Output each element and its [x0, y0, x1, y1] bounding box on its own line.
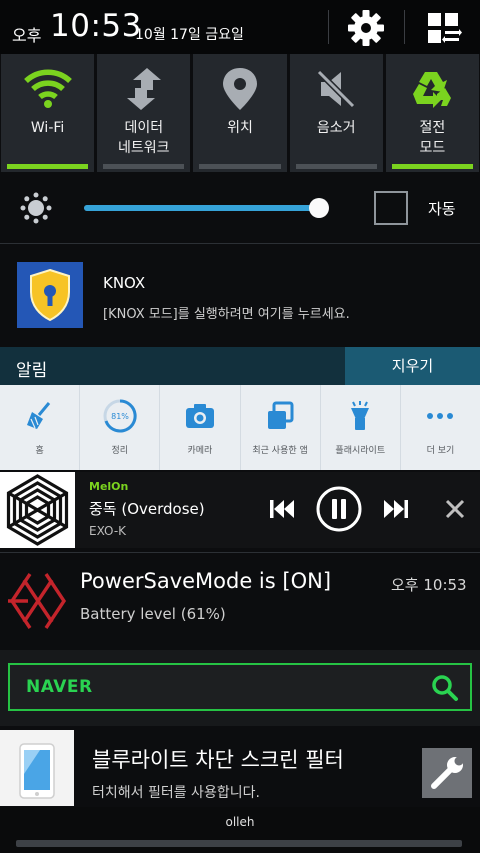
- more-dots-icon: [427, 413, 454, 419]
- naver-search-bar[interactable]: NAVER: [8, 663, 472, 711]
- shortcut-home[interactable]: 홈: [0, 385, 81, 470]
- wrench-icon: [431, 756, 464, 789]
- naver-logo: NAVER: [26, 677, 93, 697]
- divider: [0, 552, 480, 553]
- data-arrows-icon: [126, 68, 161, 110]
- pause-icon: [316, 486, 362, 532]
- blue-light-settings-button[interactable]: [422, 748, 472, 798]
- knox-title: KNOX: [103, 274, 146, 292]
- blue-light-description: 터치해서 필터를 사용합니다.: [92, 785, 260, 801]
- carrier-label: olleh: [225, 815, 255, 829]
- power-save-description: Battery level (61%): [80, 605, 226, 623]
- toggle-state-bar: [295, 164, 377, 169]
- song-title: 중독 (Overdose): [89, 500, 205, 518]
- recycle-icon: [413, 72, 452, 108]
- toggle-data-network[interactable]: 데이터 네트워크: [97, 54, 191, 172]
- drawer-handle[interactable]: [16, 840, 462, 847]
- ram-gauge-icon: 81%: [103, 399, 137, 433]
- toggle-label: 데이터 네트워크: [118, 120, 170, 156]
- shortcut-flashlight[interactable]: 플래시라이트: [321, 385, 401, 470]
- next-icon: [384, 500, 408, 518]
- search-icon[interactable]: [430, 673, 460, 703]
- music-player-notification[interactable]: MelOn 중독 (Overdose) EXO-K: [0, 472, 480, 548]
- brightness-slider-fill: [84, 205, 320, 211]
- toggle-power-saving[interactable]: 절전 모드: [385, 54, 480, 172]
- mute-icon: [317, 69, 356, 109]
- toggle-label: 위치: [227, 120, 253, 136]
- toggle-mute[interactable]: 음소거: [289, 54, 383, 172]
- toggle-location[interactable]: 위치: [193, 54, 287, 172]
- blue-light-title: 블루라이트 차단 스크린 필터: [92, 748, 344, 772]
- toggle-label: Wi-Fi: [30, 120, 65, 136]
- toggle-state-bar: [391, 164, 474, 169]
- toggle-label: 절전 모드: [419, 120, 446, 156]
- close-icon: [445, 499, 465, 519]
- blue-light-app-icon: [0, 730, 74, 806]
- divider: [0, 243, 480, 244]
- previous-track-button[interactable]: [260, 486, 306, 532]
- shortcut-label: 더 보기: [426, 446, 455, 456]
- shortcut-recent-apps[interactable]: 최근 사용한 앱: [241, 385, 321, 470]
- status-bar: 오후 10:53 10월 17일 금요일: [0, 0, 480, 54]
- shortcut-label: 최근 사용한 앱: [252, 446, 308, 456]
- blue-light-filter-notification[interactable]: 블루라이트 차단 스크린 필터 터치해서 필터를 사용합니다.: [0, 730, 480, 806]
- shortcut-bar: 홈 81% 정리 카메라 최근 사용한 앱 플래시라이트 더 보기: [0, 385, 480, 470]
- notifications-title: 알림: [16, 361, 48, 381]
- status-date: 10월 17일 금요일: [135, 27, 244, 43]
- toggle-wifi[interactable]: Wi-Fi: [1, 54, 95, 172]
- settings-button[interactable]: [344, 8, 388, 48]
- shortcut-label: 플래시라이트: [335, 446, 386, 456]
- status-divider: [404, 10, 405, 44]
- toggle-state-bar: [103, 164, 185, 169]
- close-player-button[interactable]: [434, 486, 480, 532]
- brightness-slider-knob[interactable]: [309, 198, 330, 218]
- broom-icon: [26, 402, 50, 429]
- pause-button[interactable]: [316, 486, 362, 532]
- auto-brightness-checkbox[interactable]: [374, 191, 408, 225]
- status-divider: [328, 10, 329, 44]
- shortcut-camera[interactable]: 카메라: [160, 385, 241, 470]
- wifi-icon: [23, 69, 72, 108]
- location-pin-icon: [223, 68, 257, 110]
- previous-icon: [270, 500, 294, 518]
- quick-settings-panel: Wi-Fi 데이터 네트워크 위치 음소거 절전 모드: [0, 54, 480, 172]
- flashlight-icon: [351, 401, 370, 430]
- notifications-header: 알림 지우기: [0, 347, 480, 385]
- naver-search-widget: NAVER: [0, 650, 480, 726]
- toggle-label: 음소거: [316, 120, 356, 136]
- brightness-row: 자동: [0, 178, 480, 240]
- power-save-title: PowerSaveMode is [ON]: [80, 569, 332, 593]
- status-ampm: 오후: [12, 26, 42, 45]
- brightness-slider[interactable]: [84, 198, 330, 218]
- shortcut-label: 홈: [35, 446, 44, 456]
- knox-description: [KNOX 모드]를 실행하려면 여기를 누르세요.: [103, 307, 350, 322]
- album-art: [0, 472, 75, 548]
- shortcut-more[interactable]: 더 보기: [401, 385, 480, 470]
- shortcut-cleanup[interactable]: 81% 정리: [80, 385, 161, 470]
- clear-notifications-button[interactable]: 지우기: [345, 347, 480, 385]
- edit-toggles-button[interactable]: [422, 8, 466, 48]
- knox-notification[interactable]: KNOX [KNOX 모드]를 실행하려면 여기를 누르세요.: [0, 246, 480, 344]
- grid-edit-icon: [428, 13, 462, 43]
- brightness-sun-icon: [20, 192, 52, 224]
- toggle-state-bar: [7, 164, 89, 169]
- song-artist: EXO-K: [89, 524, 127, 538]
- power-save-time: 오후 10:53: [391, 576, 467, 594]
- exo-logo-icon: [8, 573, 67, 629]
- knox-shield-icon: [17, 262, 83, 328]
- music-app-name: MelOn: [89, 480, 129, 493]
- shortcut-label: 카메라: [187, 446, 213, 456]
- power-save-notification[interactable]: PowerSaveMode is [ON] 오후 10:53 Battery l…: [0, 556, 480, 646]
- toggle-state-bar: [199, 164, 281, 169]
- auto-brightness-label: 자동: [428, 200, 456, 218]
- next-track-button[interactable]: [372, 486, 418, 532]
- status-clock: 10:53: [50, 8, 142, 44]
- recent-apps-icon: [268, 401, 294, 429]
- gear-icon: [348, 10, 384, 46]
- carrier-bar: olleh: [0, 807, 480, 853]
- camera-icon: [185, 404, 214, 428]
- shortcut-label: 정리: [111, 446, 129, 456]
- ram-gauge-text: 81%: [111, 412, 129, 421]
